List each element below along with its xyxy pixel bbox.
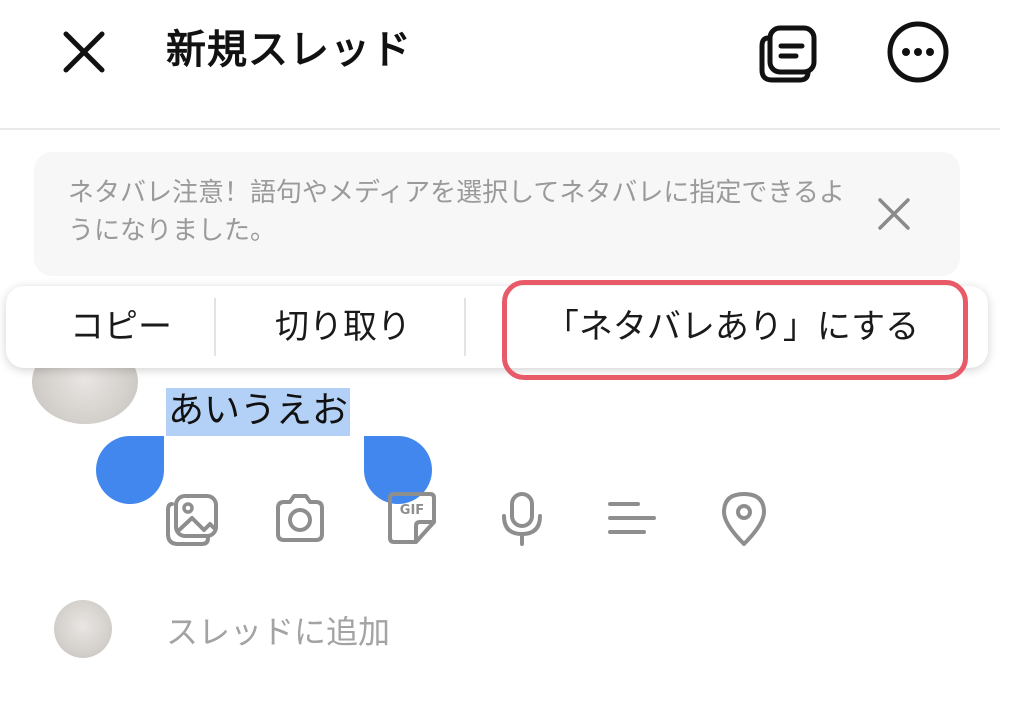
- drafts-icon: [759, 25, 817, 83]
- close-button[interactable]: [56, 24, 112, 80]
- spoiler-notice-banner: ネタバレ注意！語句やメディアを選択してネタバレに指定できるようになりました。: [34, 152, 960, 276]
- camera-button[interactable]: [270, 488, 330, 548]
- more-options-button[interactable]: [886, 20, 950, 84]
- selected-post-text[interactable]: あいうえお: [166, 388, 351, 436]
- gif-button[interactable]: GIF: [382, 488, 442, 548]
- add-to-thread-input[interactable]: スレッドに追加: [166, 608, 390, 656]
- poll-button[interactable]: [602, 488, 662, 548]
- header-bar: 新規スレッド: [0, 0, 1000, 130]
- location-pin-icon: [722, 492, 766, 546]
- menu-divider: [464, 298, 466, 356]
- close-icon: [63, 31, 105, 73]
- gif-label: GIF: [400, 503, 424, 518]
- copy-menu-item[interactable]: コピー: [36, 286, 206, 368]
- drafts-button[interactable]: [754, 20, 820, 86]
- gif-icon: GIF: [388, 492, 436, 544]
- page-title: 新規スレッド: [166, 27, 412, 73]
- image-gallery-icon: [166, 494, 218, 546]
- camera-icon: [276, 494, 324, 542]
- menu-divider: [214, 298, 216, 356]
- more-icon: [887, 21, 949, 83]
- notice-close-button[interactable]: [874, 194, 914, 234]
- selection-start-handle[interactable]: [96, 436, 164, 504]
- cut-menu-item[interactable]: 切り取り: [232, 286, 454, 368]
- spoiler-notice-text: ネタバレ注意！語句やメディアを選択してネタバレに指定できるようになりました。: [68, 178, 845, 246]
- text-selection-context-menu: コピー 切り取り 「ネタバレあり」にする: [6, 286, 988, 368]
- mark-as-spoiler-menu-item[interactable]: 「ネタバレあり」にする: [502, 286, 962, 368]
- close-icon: [878, 198, 910, 230]
- attach-image-button[interactable]: [162, 488, 222, 548]
- text-lines-icon: [608, 502, 656, 534]
- microphone-icon: [502, 492, 542, 546]
- voice-note-button[interactable]: [492, 488, 552, 548]
- location-button[interactable]: [714, 488, 774, 548]
- avatar-small: [54, 600, 112, 658]
